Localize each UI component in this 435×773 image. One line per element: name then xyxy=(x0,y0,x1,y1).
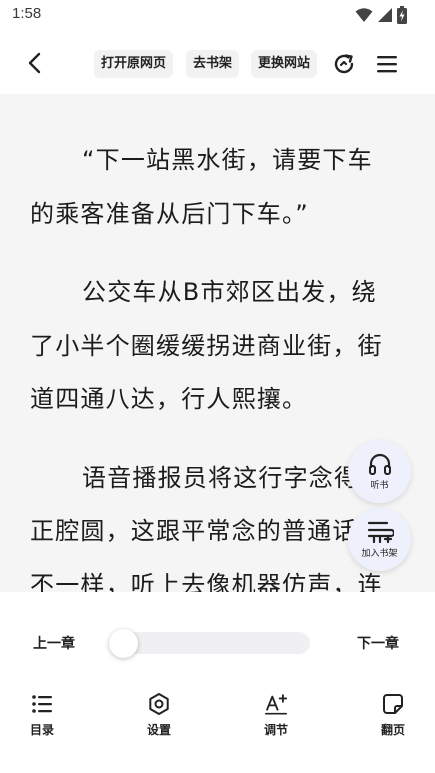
add-to-bookshelf-label: 加入书架 xyxy=(361,549,398,559)
settings-button[interactable]: 设置 xyxy=(129,692,189,738)
text-line: 了小半个圈缓缓拐进商业街，街 xyxy=(30,331,383,360)
wifi-icon xyxy=(355,7,373,27)
paragraph: 公交车从B市郊区出发，绕 了小半个圈缓缓拐进商业街，街 道四通八达，行人熙攘。 xyxy=(30,266,390,427)
bookshelf-add-icon xyxy=(367,521,394,544)
add-to-bookshelf-button[interactable]: 加入书架 xyxy=(348,508,411,571)
listen-book-button[interactable]: 听书 xyxy=(348,440,411,503)
page-turn-icon xyxy=(381,692,405,716)
refresh-icon xyxy=(334,54,354,74)
chevron-left-icon xyxy=(28,52,41,74)
status-time: 1:58 xyxy=(12,5,42,22)
chapter-text: “下一站黑水街，请要下车 的乘客准备从后门下车。” 公交车从B市郊区出发，绕 了… xyxy=(30,134,390,592)
list-icon xyxy=(30,692,54,716)
listen-book-label: 听书 xyxy=(370,481,389,491)
text-line: “下一站黑水街，请要下车 xyxy=(82,146,373,174)
next-chapter-button[interactable]: 下一章 xyxy=(357,633,399,653)
back-button[interactable] xyxy=(20,48,50,78)
paragraph: 语音播报员将这行字念得 正腔圆，这跟平常念的普通话 不一样，听上去像机器仿声，连 xyxy=(30,452,390,593)
settings-label: 设置 xyxy=(146,723,171,737)
reader-toolbar: 打开原网页 去书架 更换网站 xyxy=(0,32,435,94)
font-size-icon xyxy=(264,692,288,716)
status-bar: 1:58 xyxy=(0,0,435,32)
signal-icon xyxy=(377,7,393,27)
battery-charging-icon xyxy=(397,6,407,28)
status-icons xyxy=(355,6,407,28)
text-line: 道四通八达，行人熙攘。 xyxy=(30,385,308,413)
toc-label: 目录 xyxy=(29,723,54,737)
page-turn-button[interactable]: 翻页 xyxy=(363,692,423,738)
page-turn-label: 翻页 xyxy=(380,723,405,737)
hamburger-menu-icon xyxy=(377,56,397,73)
text-line: 正腔圆，这跟平常念的普通话 xyxy=(30,517,358,545)
settings-icon xyxy=(147,692,171,716)
menu-button[interactable] xyxy=(373,50,401,78)
progress-slider-knob[interactable] xyxy=(109,629,138,658)
open-original-page-button[interactable]: 打开原网页 xyxy=(94,50,174,78)
paragraph: “下一站黑水街，请要下车 的乘客准备从后门下车。” xyxy=(30,134,390,241)
refresh-button[interactable] xyxy=(330,50,358,78)
reader-bottom-panel: 上一章 下一章 目录 设置 调节 翻页 xyxy=(0,592,435,773)
text-line: 公交车从B市郊区出发，绕 xyxy=(82,278,377,306)
change-source-button[interactable]: 更换网站 xyxy=(251,50,318,78)
headphones-icon xyxy=(368,453,391,475)
adjust-button[interactable]: 调节 xyxy=(246,692,306,738)
previous-chapter-button[interactable]: 上一章 xyxy=(33,633,75,653)
text-line: 语音播报员将这行字念得 xyxy=(82,463,360,492)
go-to-bookshelf-button[interactable]: 去书架 xyxy=(186,50,240,78)
table-of-contents-button[interactable]: 目录 xyxy=(12,692,72,738)
text-line: 不一样，听上去像机器仿声，连 xyxy=(30,570,383,593)
text-line: 的乘客准备从后门下车。” xyxy=(30,199,309,228)
chapter-progress-slider[interactable] xyxy=(110,632,310,654)
adjust-label: 调节 xyxy=(263,723,288,737)
